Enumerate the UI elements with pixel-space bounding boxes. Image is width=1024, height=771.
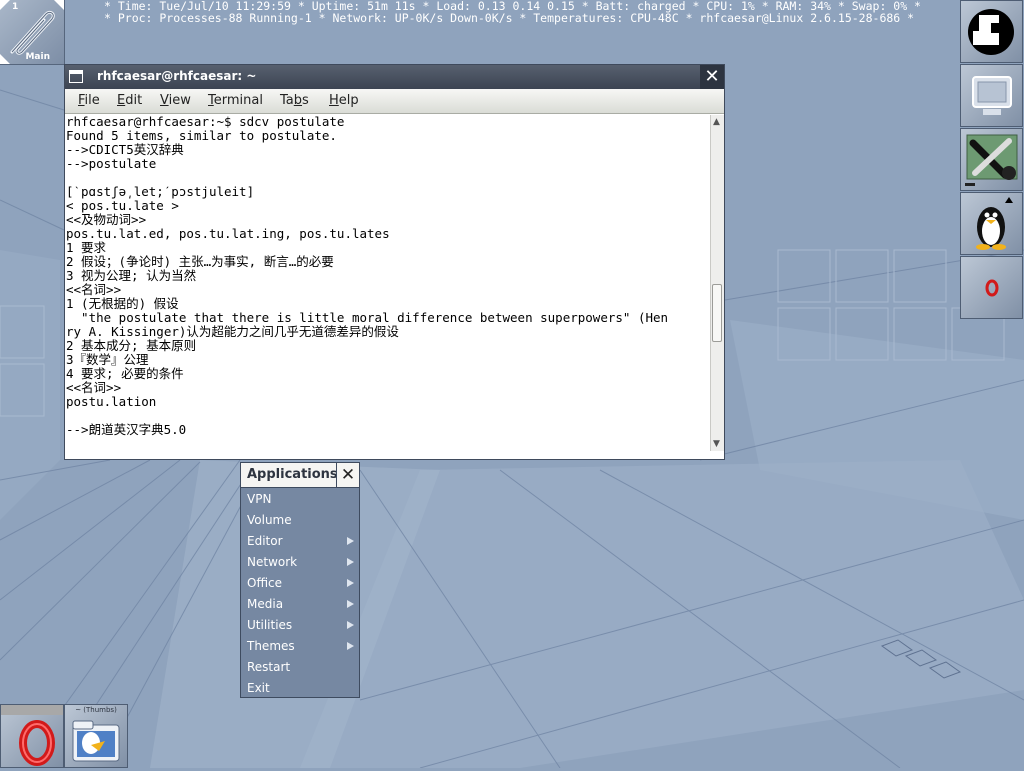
- workspace-pager[interactable]: 1 Main: [0, 0, 65, 65]
- menu-edit[interactable]: Edit: [117, 93, 142, 108]
- menu-help[interactable]: Help: [329, 93, 359, 108]
- taskbar-item-thumbs[interactable]: ~ (Thumbs): [64, 704, 128, 768]
- terminal-line: <<名词>>: [66, 282, 122, 297]
- terminal-line: rhfcaesar@rhfcaesar:~$ sdcv postulate: [66, 115, 345, 129]
- terminal-menubar: File Edit View Terminal Tabs Help: [65, 89, 724, 114]
- dock-item-settings[interactable]: [960, 128, 1023, 191]
- opera-icon: [985, 279, 999, 297]
- scrollbar-thumb[interactable]: [712, 284, 722, 342]
- submenu-arrow-icon: [347, 558, 354, 566]
- dock-item-wm-logo[interactable]: [960, 0, 1023, 63]
- terminal-line: <<名词>>: [66, 380, 122, 395]
- dock-item-opera[interactable]: [960, 256, 1023, 319]
- home-folder-icon: [72, 720, 120, 762]
- dock-item-tux[interactable]: [960, 192, 1023, 255]
- terminal-line: < pos.tu.late >: [66, 198, 179, 213]
- menu-item-vpn[interactable]: VPN: [241, 489, 359, 510]
- applications-menu: Applications ✕ VPN Volume Editor Network…: [240, 462, 360, 698]
- terminal-line: 2 假设；(争论时) 主张…为事实, 断言…的必要: [66, 254, 334, 269]
- terminal-window: rhfcaesar@rhfcaesar: ~ ✕ File Edit View …: [64, 64, 725, 460]
- submenu-arrow-icon: [347, 642, 354, 650]
- submenu-arrow-icon: [347, 600, 354, 608]
- opera-icon: [1, 705, 63, 766]
- menu-item-office[interactable]: Office: [241, 573, 359, 594]
- menu-item-volume[interactable]: Volume: [241, 510, 359, 531]
- terminal-line: postu.lation: [66, 394, 157, 409]
- menu-item-editor[interactable]: Editor: [241, 531, 359, 552]
- terminal-line: 4 要求; 必要的条件: [66, 366, 184, 381]
- scroll-up-arrow-icon[interactable]: ▲: [713, 117, 720, 127]
- close-window-button[interactable]: ✕: [700, 65, 724, 89]
- thumbs-label: ~ (Thumbs): [75, 706, 117, 714]
- terminal-line: 3『数学』公理: [66, 352, 149, 367]
- terminal-output[interactable]: rhfcaesar@rhfcaesar:~$ sdcv postulate Fo…: [66, 115, 710, 455]
- terminal-line: ry A. Kissinger)认为超能力之间几乎无道德差异的假设: [66, 324, 399, 339]
- applications-menu-title: Applications: [247, 467, 338, 482]
- terminal-line: -->CDICT5英汉辞典: [66, 142, 184, 157]
- menu-item-restart[interactable]: Restart: [241, 657, 359, 678]
- menu-item-exit[interactable]: Exit: [241, 678, 359, 699]
- taskbar-item-opera[interactable]: [0, 704, 64, 768]
- terminal-line: pos.tu.lat.ed, pos.tu.lat.ing, pos.tu.la…: [66, 226, 390, 241]
- terminal-line: -->postulate: [66, 156, 157, 171]
- system-status-line-2: * Proc: Processes-88 Running-1 * Network…: [104, 11, 915, 25]
- terminal-line: 2 基本成分; 基本原则: [66, 338, 197, 353]
- terminal-line: 1 要求: [66, 240, 107, 255]
- wm-logo-icon: [968, 9, 1014, 55]
- menu-item-network[interactable]: Network: [241, 552, 359, 573]
- terminal-line: 1 (无根据的) 假设: [66, 296, 179, 311]
- settings-tools-icon: [965, 134, 1018, 186]
- dock-item-display[interactable]: [960, 64, 1023, 127]
- terminal-line: <<及物动词>>: [66, 212, 147, 227]
- terminal-line: -->朗道英汉字典5.0: [66, 422, 187, 437]
- menu-item-utilities[interactable]: Utilities: [241, 615, 359, 636]
- terminal-line: 3 视为公理; 认为当然: [66, 268, 197, 283]
- applications-menu-header: Applications ✕: [241, 463, 359, 488]
- submenu-arrow-icon: [347, 537, 354, 545]
- terminal-line: [ˋpɑstʃə͵let;ˊpɔstjuleit]: [66, 184, 255, 199]
- close-menu-button[interactable]: ✕: [336, 463, 359, 487]
- submenu-arrow-icon: [347, 621, 354, 629]
- menu-terminal[interactable]: Terminal: [208, 93, 263, 108]
- scroll-down-arrow-icon[interactable]: ▼: [713, 439, 720, 449]
- monitor-icon: [972, 76, 1012, 115]
- menu-tabs[interactable]: Tabs: [280, 93, 309, 108]
- workspace-number: 1: [12, 2, 19, 12]
- workspace-name: Main: [25, 52, 50, 62]
- submenu-arrow-icon: [347, 579, 354, 587]
- window-title: rhfcaesar@rhfcaesar: ~: [97, 69, 257, 83]
- menu-view[interactable]: View: [160, 93, 191, 108]
- menu-item-media[interactable]: Media: [241, 594, 359, 615]
- right-dock: [960, 0, 1024, 320]
- terminal-scrollbar[interactable]: ▲ ▼: [710, 115, 724, 451]
- terminal-titlebar[interactable]: rhfcaesar@rhfcaesar: ~ ✕: [65, 65, 724, 89]
- menu-file[interactable]: File: [78, 93, 100, 108]
- tux-penguin-icon: [976, 197, 1013, 250]
- terminal-line: Found 5 items, similar to postulate.: [66, 128, 337, 143]
- terminal-line: "the postulate that there is little mora…: [66, 310, 669, 325]
- window-menu-icon[interactable]: [69, 70, 83, 83]
- menu-item-themes[interactable]: Themes: [241, 636, 359, 657]
